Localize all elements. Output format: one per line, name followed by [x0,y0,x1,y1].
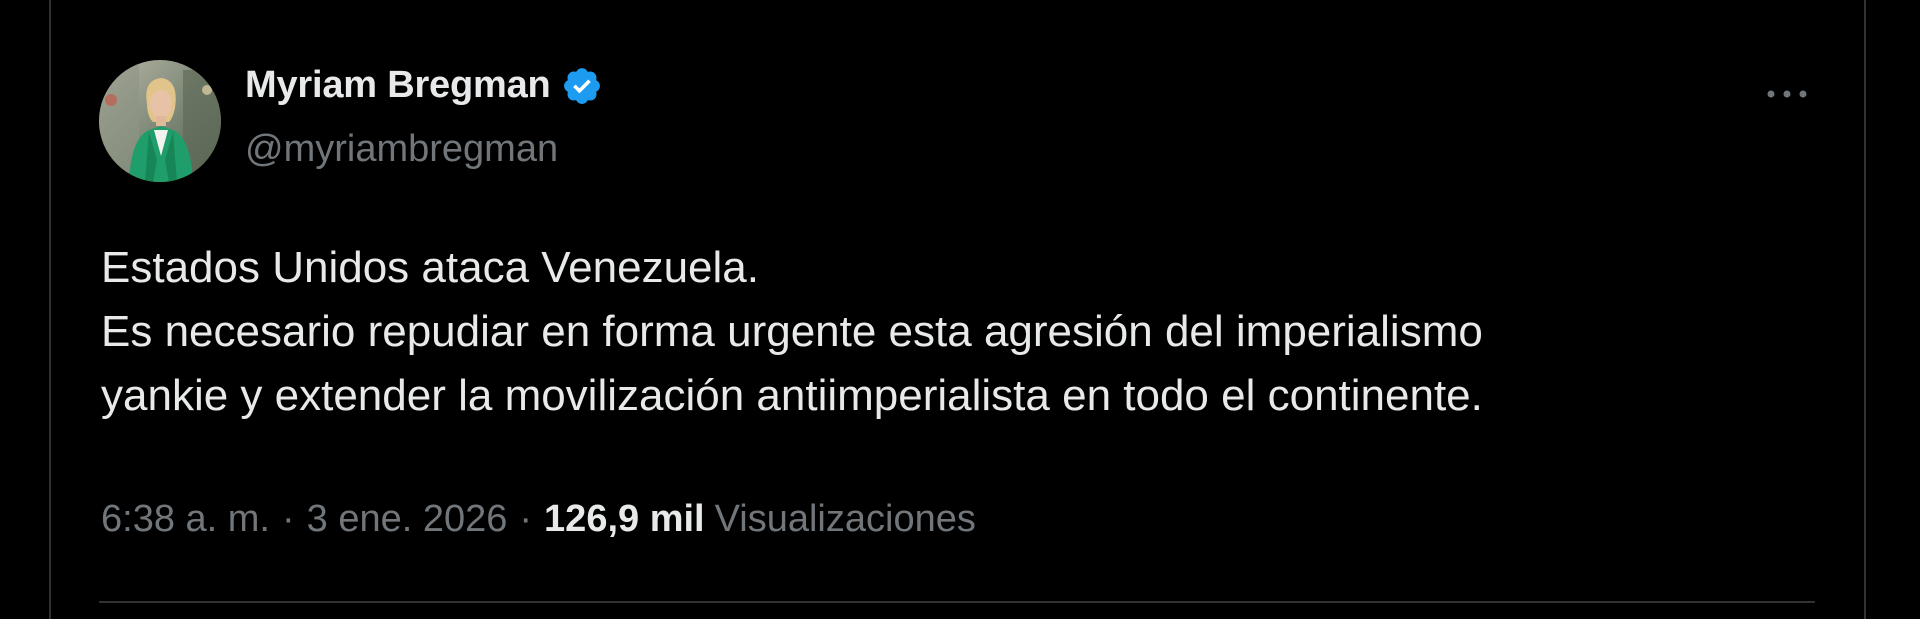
verified-badge-icon [561,65,603,107]
tweet-text-line: Estados Unidos ataca Venezuela. [101,243,760,292]
tweet-divider [99,601,1815,603]
author-handle[interactable]: @myriambregman [245,128,558,171]
author-avatar[interactable] [99,60,221,182]
more-options-button[interactable] [1757,72,1817,116]
tweet-text-line: Es necesario repudiar en forma urgente e… [101,307,1483,356]
profile-photo [99,60,221,182]
meta-separator: · [519,498,533,540]
more-options-icon [1767,90,1807,98]
views-count: 126,9 mil [544,498,705,540]
meta-separator: · [281,498,295,540]
tweet-card: Myriam Bregman @myriambregman Estados Un… [51,0,1864,619]
tweet-date[interactable]: 3 ene. 2026 [307,498,508,541]
author-name-row[interactable]: Myriam Bregman [245,64,603,107]
views-label: Visualizaciones [714,498,976,540]
author-display-name[interactable]: Myriam Bregman [245,64,551,107]
timeline-right-border [1864,0,1866,619]
tweet-text: Estados Unidos ataca Venezuela. Es neces… [101,236,1841,428]
tweet-time[interactable]: 6:38 a. m. [101,498,270,541]
tweet-meta: 6:38 a. m. · 3 ene. 2026 · 126,9 mil Vis… [101,498,976,541]
tweet-text-line: yankie y extender la movilización antiim… [101,371,1483,420]
